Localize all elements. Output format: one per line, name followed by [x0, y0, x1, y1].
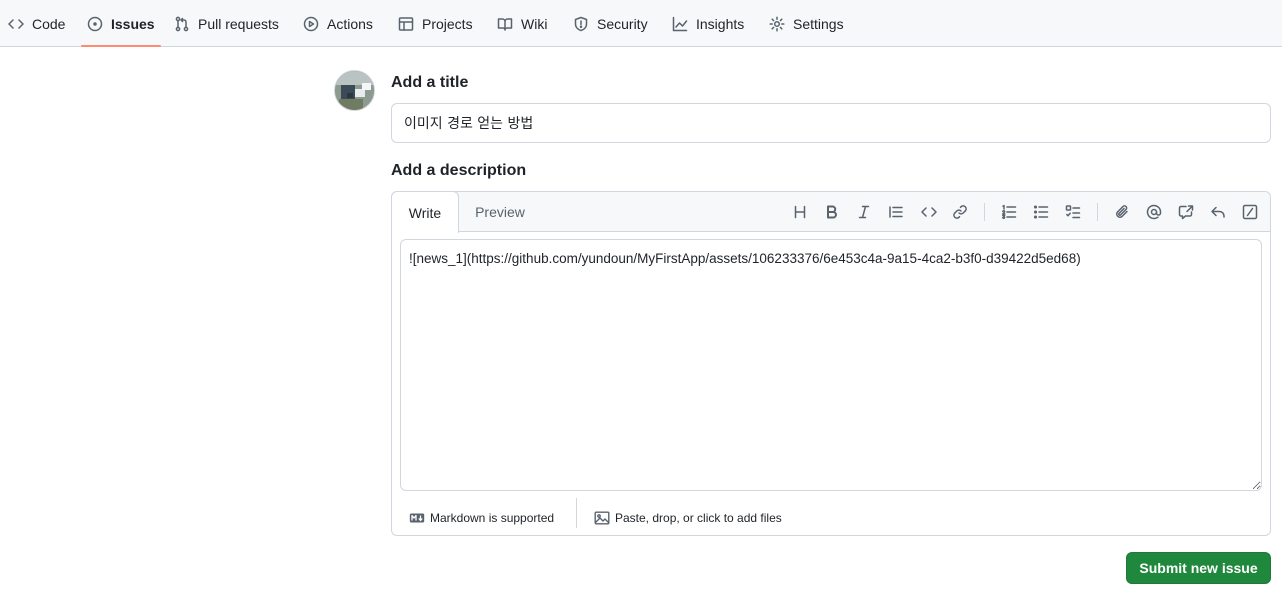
tab-projects-label: Projects — [422, 15, 473, 32]
table-icon — [398, 16, 414, 32]
tab-security-label: Security — [597, 15, 648, 32]
editor-header: Write Preview — [391, 191, 1270, 233]
avatar[interactable] — [334, 70, 375, 111]
graph-icon — [672, 16, 688, 32]
repo-nav: Code Issues Pull requests Actions Projec… — [0, 0, 1282, 47]
tab-pull-requests[interactable]: Pull requests — [174, 0, 279, 47]
link-icon[interactable] — [948, 200, 972, 224]
tab-preview[interactable]: Preview — [462, 192, 538, 232]
tab-code[interactable]: Code — [8, 0, 65, 47]
markdown-supported-link[interactable]: Markdown is supported — [409, 506, 554, 530]
unordered-list-icon[interactable] — [1029, 200, 1053, 224]
issue-title-input[interactable] — [391, 103, 1271, 143]
tab-issues-label: Issues — [111, 15, 155, 32]
slash-commands-icon[interactable] — [1238, 200, 1262, 224]
attach-files-label: Paste, drop, or click to add files — [615, 511, 782, 525]
issue-body-textarea[interactable] — [400, 239, 1262, 491]
footer-divider — [576, 498, 577, 528]
tab-actions[interactable]: Actions — [303, 0, 373, 47]
markdown-supported-label: Markdown is supported — [430, 511, 555, 525]
description-label: Add a description — [391, 162, 527, 179]
task-list-icon[interactable] — [1061, 200, 1085, 224]
tab-wiki[interactable]: Wiki — [497, 0, 547, 47]
tab-insights[interactable]: Insights — [672, 0, 744, 47]
book-icon — [497, 16, 513, 32]
cross-reference-icon[interactable] — [1174, 200, 1198, 224]
markdown-editor: Write Preview Markdown is supported Past… — [391, 191, 1271, 536]
attach-files-button[interactable]: Paste, drop, or click to add files — [594, 506, 782, 530]
submit-new-issue-button[interactable]: Submit new issue — [1126, 552, 1271, 584]
toolbar-divider — [984, 203, 985, 221]
tab-settings-label: Settings — [793, 15, 844, 32]
attach-icon[interactable] — [1110, 200, 1134, 224]
code-icon[interactable] — [917, 200, 941, 224]
issue-opened-icon — [87, 16, 103, 32]
numbered-list-icon[interactable] — [997, 200, 1021, 224]
tab-projects[interactable]: Projects — [398, 0, 473, 47]
tab-code-label: Code — [32, 15, 66, 32]
tab-actions-label: Actions — [327, 15, 373, 32]
quote-icon[interactable] — [884, 200, 908, 224]
play-icon — [303, 16, 319, 32]
gear-icon — [769, 15, 785, 32]
tab-write[interactable]: Write — [391, 191, 459, 233]
tab-security[interactable]: Security — [573, 0, 648, 47]
italic-icon[interactable] — [852, 200, 876, 224]
tab-insights-label: Insights — [696, 15, 745, 32]
pull-request-icon — [174, 16, 190, 32]
bold-icon[interactable] — [820, 200, 844, 224]
code-icon — [8, 16, 24, 32]
saved-replies-icon[interactable] — [1206, 200, 1230, 224]
tab-settings[interactable]: Settings — [769, 0, 844, 47]
markdown-icon — [409, 513, 425, 523]
heading-icon[interactable] — [788, 200, 812, 224]
tab-issues[interactable]: Issues — [81, 0, 161, 47]
shield-icon — [573, 16, 589, 32]
mention-icon[interactable] — [1142, 200, 1166, 224]
tab-pull-requests-label: Pull requests — [198, 15, 279, 32]
toolbar-divider — [1097, 203, 1098, 221]
editor-footer: Markdown is supported Paste, drop, or cl… — [392, 498, 1270, 536]
avatar-image — [335, 71, 374, 110]
image-icon — [594, 511, 610, 525]
tab-wiki-label: Wiki — [521, 15, 548, 32]
title-label: Add a title — [391, 74, 469, 91]
